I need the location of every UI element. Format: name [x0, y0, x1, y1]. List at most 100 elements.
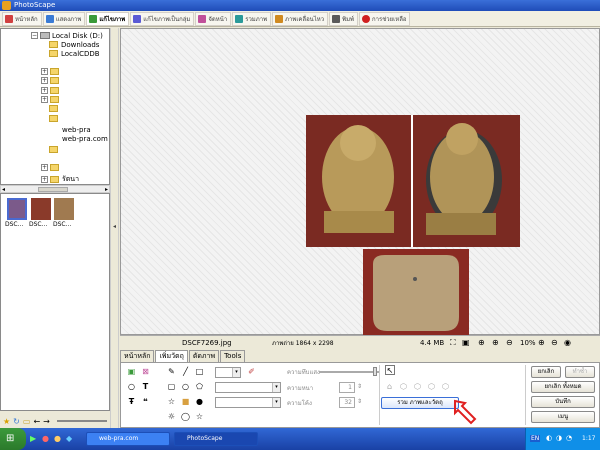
info-icon[interactable]: ◉	[564, 338, 571, 347]
dropdown-arrow-icon[interactable]: ▾	[232, 368, 240, 377]
expand-icon[interactable]: +	[41, 176, 48, 183]
start-button[interactable]: ⊞	[0, 428, 26, 450]
thumbnail-1[interactable]	[7, 198, 27, 220]
menu-button[interactable]: เมนู	[531, 411, 595, 423]
undo-button[interactable]: ยกเลิก	[531, 366, 561, 378]
save-button[interactable]: บันทึก	[531, 396, 595, 408]
circle-icon[interactable]: ○	[181, 382, 190, 391]
rectangle-icon[interactable]: □	[195, 367, 204, 376]
back-icon[interactable]: ⬡	[441, 382, 450, 391]
language-indicator[interactable]: EN	[530, 435, 541, 442]
zoom-icon[interactable]: ⊕	[478, 338, 485, 347]
text-style-icon[interactable]: Ŧ	[127, 397, 136, 406]
tray-icon[interactable]: ◐	[546, 434, 552, 442]
undo-all-button[interactable]: ยกเลิก ทั้งหมด	[531, 381, 595, 393]
thumbnail-size-slider[interactable]	[56, 420, 107, 422]
spinner-icon[interactable]: ⇕	[357, 398, 362, 405]
tab-editor[interactable]: แก้ไขภาพ	[86, 11, 130, 26]
forward-icon[interactable]: →	[43, 417, 50, 426]
pentagon-icon[interactable]: ⬠	[195, 382, 204, 391]
tree-node-web-pra-com[interactable]: web-pra.com	[62, 134, 108, 143]
line-style-select[interactable]: ▾	[215, 382, 281, 393]
zoom-icon[interactable]: ⊕	[492, 338, 499, 347]
thumbnail-2[interactable]	[31, 198, 51, 220]
quicklaunch-icon[interactable]: ◆	[66, 434, 72, 443]
taskbar-item-web-pra[interactable]: web-pra.com	[86, 432, 170, 446]
merge-image-objects-button[interactable]: รวม ภาพและวัตถุ	[381, 397, 459, 409]
zoom-out-icon[interactable]: ⊖	[551, 338, 558, 347]
edit-tab-home[interactable]: หน้าหลัก	[120, 350, 155, 362]
clock[interactable]: 1:17	[582, 435, 595, 442]
star-icon[interactable]: ★	[3, 417, 10, 426]
tab-gif[interactable]: ภาพเคลื่อนไหว	[272, 11, 329, 26]
expand-icon[interactable]: +	[41, 96, 48, 103]
actual-size-icon[interactable]: ▣	[462, 338, 470, 347]
expand-icon[interactable]: +	[41, 68, 48, 75]
image-canvas[interactable]	[120, 28, 600, 337]
tree-horizontal-scrollbar[interactable]: ◂ ▸	[0, 185, 110, 193]
shape-icon[interactable]: ◯	[181, 412, 190, 421]
tree-node-localcddb[interactable]: LocalCDDB	[49, 49, 100, 58]
zoom-out-icon[interactable]: ⊖	[506, 338, 513, 347]
dropdown-arrow-icon[interactable]: ▾	[272, 398, 280, 407]
tree-node-rattana[interactable]: + รัตนา	[41, 175, 79, 184]
redo-button[interactable]: ทำซ้ำ	[565, 366, 595, 378]
scroll-thumb[interactable]	[38, 187, 68, 192]
copy-icon[interactable]: ⌂	[385, 382, 394, 391]
color-picker[interactable]: ▾	[215, 367, 241, 378]
edit-tab-object[interactable]: เพิ่มวัตถุ	[155, 350, 188, 362]
folder-tree[interactable]: − Local Disk (D:) Downloads LocalCDDB + …	[0, 28, 110, 185]
forward-icon[interactable]: ⬡	[399, 382, 408, 391]
tree-node-drive[interactable]: − Local Disk (D:)	[31, 31, 103, 40]
tree-node-folder[interactable]: +	[41, 86, 62, 95]
rotate-icon[interactable]: ↻	[13, 417, 20, 426]
transparency-slider[interactable]	[319, 371, 379, 373]
clipart-icon[interactable]: ⊠	[141, 367, 150, 376]
tree-node-folder[interactable]	[49, 114, 61, 123]
fill-style-select[interactable]: ▾	[215, 397, 281, 408]
spinner-icon[interactable]: ⇕	[357, 383, 362, 390]
star-shape-icon[interactable]: ☆	[167, 397, 176, 406]
tab-home[interactable]: หน้าหลัก	[2, 11, 42, 26]
text-icon[interactable]: T	[141, 382, 150, 391]
scroll-left-icon[interactable]: ◂	[2, 186, 5, 193]
expand-icon[interactable]: +	[41, 77, 48, 84]
tray-icon[interactable]: ◑	[556, 434, 562, 442]
tab-viewer[interactable]: แสดงภาพ	[42, 11, 86, 26]
transparency-slider-thumb[interactable]	[373, 367, 377, 376]
expand-icon[interactable]: +	[41, 164, 48, 171]
rounded-rect-icon[interactable]: ▢	[167, 382, 176, 391]
photo-object-icon[interactable]: ▣	[127, 367, 136, 376]
tab-page[interactable]: จัดหน้า	[195, 11, 232, 26]
fit-icon[interactable]: ⛶	[450, 338, 456, 348]
sun-icon[interactable]: ☼	[167, 412, 176, 421]
tab-print[interactable]: พิมพ์	[329, 11, 358, 26]
select-arrow-icon[interactable]: ↖	[385, 365, 395, 375]
fill-rect-icon[interactable]: ■	[181, 397, 190, 406]
tree-node-downloads[interactable]: Downloads	[49, 40, 99, 49]
roundness-input[interactable]: 32	[339, 397, 355, 408]
collapse-left-icon[interactable]: ◂	[113, 223, 116, 230]
zoom-in-icon[interactable]: ⊕	[538, 338, 545, 347]
edit-tab-tools[interactable]: Tools	[220, 350, 246, 362]
back-icon[interactable]: ←	[33, 417, 40, 426]
dropdown-arrow-icon[interactable]: ▾	[272, 383, 280, 392]
tree-node-folder[interactable]: +	[41, 67, 62, 76]
tab-batch-editor[interactable]: แก้ไขภาพเป็นกลุ่ม	[130, 11, 195, 26]
edit-tab-crop[interactable]: ตัดภาพ	[188, 350, 220, 362]
balloon-icon[interactable]: ○	[127, 382, 136, 391]
scroll-right-icon[interactable]: ▸	[105, 186, 108, 193]
tree-node-folder[interactable]	[49, 145, 61, 154]
backward-icon[interactable]: ⬡	[413, 382, 422, 391]
eyedropper-icon[interactable]: ✐	[247, 367, 256, 376]
tree-node-folder[interactable]: +	[41, 163, 62, 172]
volume-icon[interactable]: ◔	[566, 434, 572, 442]
front-icon[interactable]: ⬡	[427, 382, 436, 391]
tab-help[interactable]: การช่วยเหลือ	[359, 11, 411, 26]
tree-node-folder[interactable]	[49, 104, 61, 113]
tab-combine[interactable]: รวมภาพ	[232, 11, 272, 26]
line-icon[interactable]: ╱	[181, 367, 190, 376]
quicklaunch-icon[interactable]: ●	[42, 434, 49, 443]
fill-circle-icon[interactable]: ●	[195, 397, 204, 406]
expand-icon[interactable]: +	[41, 87, 48, 94]
